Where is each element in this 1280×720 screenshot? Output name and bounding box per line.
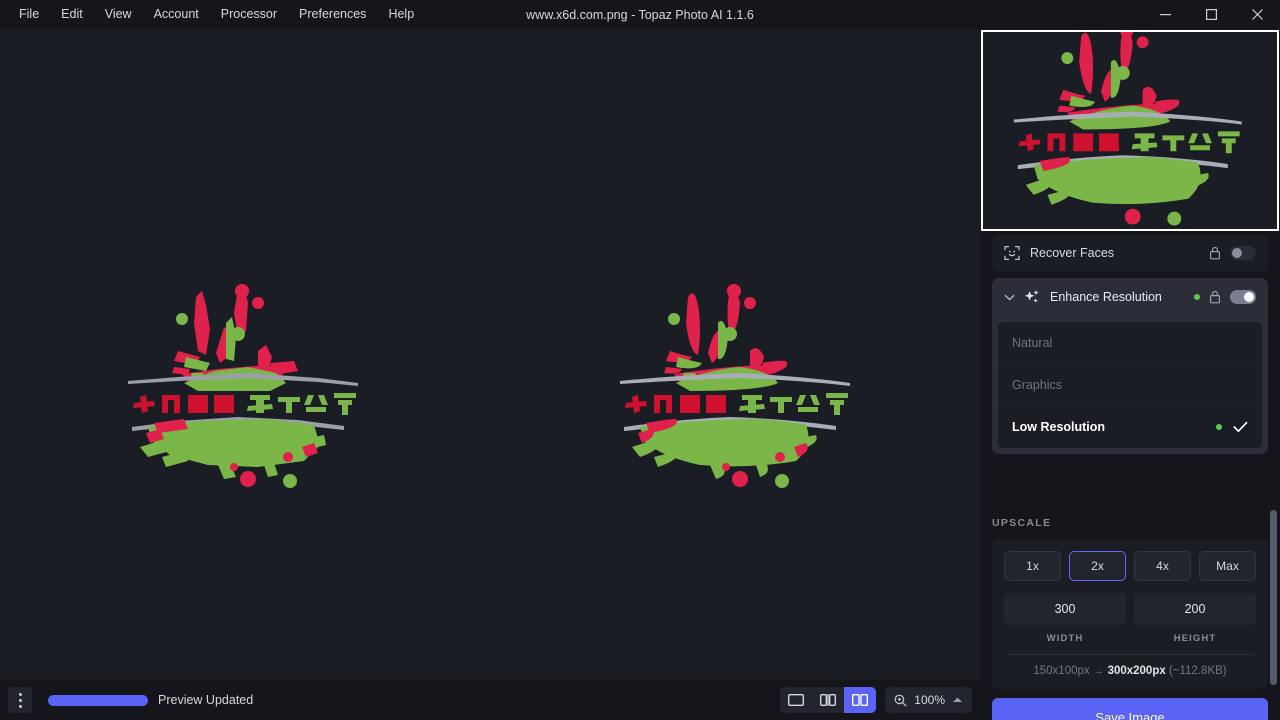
- toggle-knob: [1232, 248, 1242, 258]
- view-mode-split[interactable]: [812, 687, 844, 713]
- upscale-section-label: UPSCALE: [992, 517, 1051, 529]
- scale-button-2x[interactable]: 2x: [1069, 551, 1126, 581]
- enhanced-image-pane[interactable]: [610, 279, 870, 499]
- menu-item-preferences[interactable]: Preferences: [288, 3, 377, 26]
- topaz-photo-ai-window: File Edit View Account Processor Prefere…: [0, 0, 1280, 720]
- arrow-icon: →: [1093, 665, 1105, 677]
- right-panel: Recover Faces Enhance Resolution: [980, 29, 1280, 720]
- filter-label-recover-faces: Recover Faces: [1030, 246, 1114, 260]
- menu-item-view[interactable]: View: [94, 3, 143, 26]
- enhanced-image: [610, 279, 870, 499]
- status-dot-enhance-resolution: [1194, 294, 1200, 300]
- scale-button-4x[interactable]: 4x: [1134, 551, 1191, 581]
- menu-item-processor[interactable]: Processor: [210, 3, 288, 26]
- model-option-natural[interactable]: Natural: [998, 322, 1262, 364]
- size-summary: 150x100px → 300x200px (~112.8KB): [1004, 665, 1256, 677]
- save-image-button[interactable]: Save Image: [992, 698, 1268, 720]
- target-size: 300x200px: [1108, 665, 1166, 677]
- height-field-group: 200 HEIGHT: [1134, 593, 1256, 644]
- toggle-recover-faces[interactable]: [1230, 246, 1256, 260]
- view-mode-single[interactable]: [780, 687, 812, 713]
- status-bar: Preview Updated: [0, 680, 980, 720]
- view-mode-side-by-side[interactable]: [844, 687, 876, 713]
- scale-button-group: 1x 2x 4x Max: [1004, 551, 1256, 581]
- thumbnail-preview-wrap: [980, 29, 1280, 232]
- more-options-button[interactable]: [8, 687, 32, 713]
- width-field-group: 300 WIDTH: [1004, 593, 1126, 644]
- menu-item-edit[interactable]: Edit: [50, 3, 94, 26]
- original-image: [118, 279, 378, 499]
- magnifier-plus-icon: [894, 694, 907, 707]
- width-label: WIDTH: [1004, 633, 1126, 644]
- face-scan-icon: [1004, 245, 1020, 261]
- menu-item-file[interactable]: File: [8, 3, 50, 26]
- scale-button-1x[interactable]: 1x: [1004, 551, 1061, 581]
- panel-scrollbar[interactable]: [1270, 510, 1277, 685]
- filter-controls-enhance-resolution: [1194, 290, 1256, 304]
- width-input[interactable]: 300: [1004, 593, 1126, 625]
- checkmark-icon: [1233, 421, 1248, 433]
- status-text: Preview Updated: [158, 693, 253, 707]
- divider: [1006, 654, 1254, 655]
- window-controls: [1142, 0, 1280, 29]
- thumbnail-image: [983, 32, 1277, 229]
- source-size: 150x100px: [1033, 665, 1089, 677]
- zoom-level: 100%: [914, 693, 945, 707]
- estimated-file-size: (~112.8KB): [1169, 665, 1227, 677]
- chevron-up-icon: [952, 696, 963, 704]
- model-option-status: [1216, 421, 1248, 433]
- view-mode-group: [780, 687, 876, 713]
- menu-bar: File Edit View Account Processor Prefere…: [0, 0, 425, 29]
- filter-label-enhance-resolution: Enhance Resolution: [1050, 290, 1162, 304]
- model-option-graphics[interactable]: Graphics: [998, 364, 1262, 406]
- model-option-label: Low Resolution: [1012, 420, 1105, 434]
- toggle-knob: [1244, 292, 1254, 302]
- menu-item-account[interactable]: Account: [143, 3, 210, 26]
- progress-bar: [48, 695, 148, 706]
- title-bar: File Edit View Account Processor Prefere…: [0, 0, 1280, 29]
- upscale-card: 1x 2x 4x Max 300 WIDTH 200 HEIGHT 150x10…: [992, 539, 1268, 689]
- image-canvas[interactable]: [0, 29, 980, 680]
- chevron-down-icon[interactable]: [1004, 292, 1015, 303]
- scale-button-max[interactable]: Max: [1199, 551, 1256, 581]
- thumbnail-preview[interactable]: [981, 30, 1279, 231]
- dot: [19, 705, 22, 708]
- model-list: Natural Graphics Low Resolution: [998, 322, 1262, 448]
- model-option-label: Graphics: [1012, 378, 1062, 392]
- menu-item-help[interactable]: Help: [377, 3, 425, 26]
- minimize-button[interactable]: [1142, 0, 1188, 29]
- dot: [19, 699, 22, 702]
- status-dot: [1216, 424, 1222, 430]
- lock-icon[interactable]: [1209, 246, 1221, 260]
- zoom-control[interactable]: 100%: [885, 687, 972, 713]
- filter-row-recover-faces[interactable]: Recover Faces: [992, 234, 1268, 272]
- dot: [19, 693, 22, 696]
- model-option-label: Natural: [1012, 336, 1052, 350]
- maximize-button[interactable]: [1188, 0, 1234, 29]
- filter-row-enhance-resolution[interactable]: Enhance Resolution: [992, 278, 1268, 316]
- toggle-enhance-resolution[interactable]: [1230, 290, 1256, 304]
- lock-icon[interactable]: [1209, 290, 1221, 304]
- height-input[interactable]: 200: [1134, 593, 1256, 625]
- height-label: HEIGHT: [1134, 633, 1256, 644]
- filter-controls-recover-faces: [1209, 246, 1256, 260]
- close-button[interactable]: [1234, 0, 1280, 29]
- model-selector: Natural Graphics Low Resolution: [992, 316, 1268, 454]
- sparkles-icon: [1023, 288, 1041, 306]
- original-image-pane[interactable]: [118, 279, 378, 499]
- dimension-inputs: 300 WIDTH 200 HEIGHT: [1004, 593, 1256, 644]
- model-option-low-resolution[interactable]: Low Resolution: [998, 406, 1262, 448]
